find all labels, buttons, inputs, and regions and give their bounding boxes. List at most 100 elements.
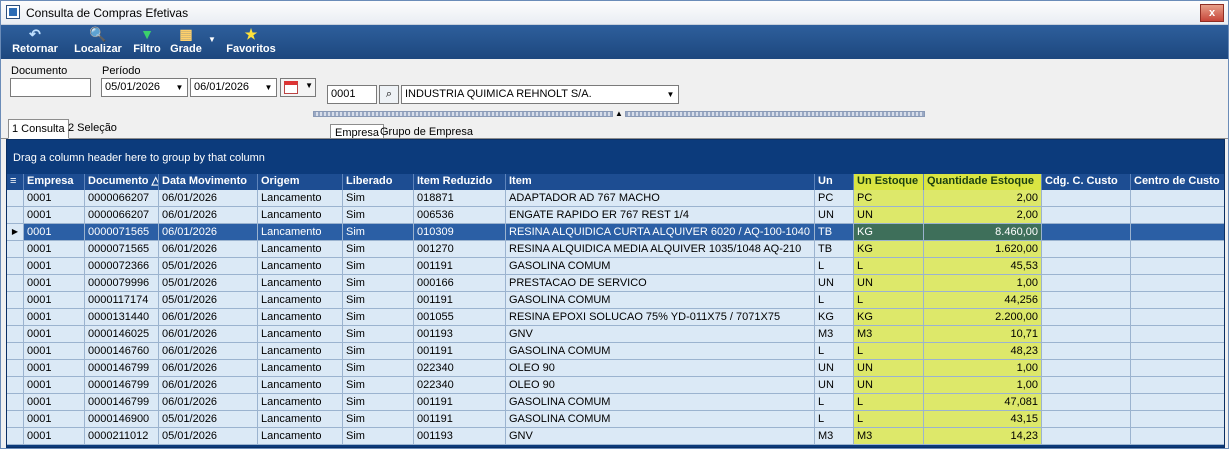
chevron-down-icon[interactable]: ▼ <box>663 86 678 103</box>
table-cell[interactable]: Lancamento <box>258 428 343 445</box>
tab-selecao[interactable]: 2 Seleção <box>65 119 120 139</box>
table-cell[interactable]: L <box>815 343 854 360</box>
header-menu-icon[interactable]: ≡ <box>7 174 24 190</box>
row-indicator[interactable] <box>7 394 24 411</box>
table-cell[interactable] <box>1042 258 1131 275</box>
table-cell[interactable]: 0000117174 <box>85 292 159 309</box>
table-cell[interactable]: 001193 <box>414 428 506 445</box>
table-cell[interactable]: 0000072366 <box>85 258 159 275</box>
table-cell[interactable]: 0001 <box>24 377 85 394</box>
table-cell[interactable]: 0000066207 <box>85 207 159 224</box>
table-cell[interactable]: Lancamento <box>258 275 343 292</box>
column-header[interactable]: Data Movimento <box>159 174 258 190</box>
table-cell[interactable]: 06/01/2026 <box>159 377 258 394</box>
table-cell[interactable]: 0001 <box>24 428 85 445</box>
table-cell[interactable]: 06/01/2026 <box>159 207 258 224</box>
table-cell[interactable]: ENGATE RAPIDO ER 767 REST 1/4 <box>506 207 815 224</box>
table-cell[interactable]: 018871 <box>414 190 506 207</box>
table-cell[interactable] <box>1131 224 1224 241</box>
table-cell[interactable] <box>1042 190 1131 207</box>
date-from-picker[interactable]: 05/01/2026 ▼ <box>101 78 188 97</box>
column-header[interactable]: Un Estoque <box>854 174 924 190</box>
table-cell[interactable]: 8.460,00 <box>924 224 1042 241</box>
table-cell[interactable]: KG <box>854 309 924 326</box>
table-cell[interactable]: GASOLINA COMUM <box>506 258 815 275</box>
table-cell[interactable]: 022340 <box>414 360 506 377</box>
table-cell[interactable]: 1,00 <box>924 377 1042 394</box>
column-header[interactable]: Centro de Custo <box>1131 174 1224 190</box>
table-cell[interactable]: 06/01/2026 <box>159 224 258 241</box>
table-cell[interactable] <box>1131 360 1224 377</box>
table-cell[interactable]: 0000066207 <box>85 190 159 207</box>
table-cell[interactable]: 0000071565 <box>85 224 159 241</box>
table-cell[interactable]: Sim <box>343 428 414 445</box>
table-cell[interactable]: UN <box>854 360 924 377</box>
chevron-up-icon[interactable]: ▲ <box>615 109 623 118</box>
table-cell[interactable]: L <box>854 411 924 428</box>
table-cell[interactable]: Sim <box>343 258 414 275</box>
table-cell[interactable] <box>1131 207 1224 224</box>
table-cell[interactable] <box>1042 326 1131 343</box>
row-indicator[interactable] <box>7 343 24 360</box>
table-cell[interactable]: UN <box>854 275 924 292</box>
column-header[interactable]: Origem <box>258 174 343 190</box>
row-indicator[interactable] <box>7 258 24 275</box>
table-cell[interactable]: Lancamento <box>258 411 343 428</box>
grade-dropdown-icon[interactable]: ▼ <box>207 35 217 47</box>
table-row[interactable]: 0001 0000146760 06/01/2026 Lancamento Sim 001… <box>7 343 1224 360</box>
table-cell[interactable] <box>1131 428 1224 445</box>
table-cell[interactable]: 06/01/2026 <box>159 309 258 326</box>
group-by-panel[interactable]: Drag a column header here to group by th… <box>7 140 1224 174</box>
table-cell[interactable]: Lancamento <box>258 343 343 360</box>
calendar-button[interactable]: ▼ <box>280 78 316 97</box>
table-cell[interactable]: 0001 <box>24 207 85 224</box>
table-cell[interactable]: GASOLINA COMUM <box>506 411 815 428</box>
table-cell[interactable] <box>1042 207 1131 224</box>
table-cell[interactable] <box>1131 292 1224 309</box>
table-cell[interactable]: Lancamento <box>258 377 343 394</box>
table-cell[interactable]: PRESTACAO DE SERVICO <box>506 275 815 292</box>
table-cell[interactable]: 0000131440 <box>85 309 159 326</box>
table-cell[interactable]: 2.200,00 <box>924 309 1042 326</box>
table-cell[interactable]: Lancamento <box>258 292 343 309</box>
table-cell[interactable]: 05/01/2026 <box>159 411 258 428</box>
table-cell[interactable] <box>1131 275 1224 292</box>
table-cell[interactable] <box>1131 411 1224 428</box>
table-cell[interactable]: M3 <box>854 428 924 445</box>
table-cell[interactable]: 0000146799 <box>85 394 159 411</box>
row-indicator[interactable] <box>7 292 24 309</box>
table-row[interactable]: 0001 0000146799 06/01/2026 Lancamento Sim 022… <box>7 360 1224 377</box>
table-cell[interactable]: L <box>815 394 854 411</box>
table-cell[interactable]: 0000146799 <box>85 360 159 377</box>
table-cell[interactable]: 0001 <box>24 309 85 326</box>
table-row[interactable]: 0001 0000211012 05/01/2026 Lancamento Sim 001… <box>7 428 1224 445</box>
table-cell[interactable] <box>1042 428 1131 445</box>
date-to-picker[interactable]: 06/01/2026 ▼ <box>190 78 277 97</box>
table-cell[interactable]: 0000079996 <box>85 275 159 292</box>
table-cell[interactable]: OLEO 90 <box>506 360 815 377</box>
table-row[interactable]: 0001 0000079996 05/01/2026 Lancamento Sim 000… <box>7 275 1224 292</box>
table-cell[interactable]: 06/01/2026 <box>159 394 258 411</box>
table-cell[interactable]: 001191 <box>414 343 506 360</box>
table-cell[interactable] <box>1042 241 1131 258</box>
table-cell[interactable]: Lancamento <box>258 258 343 275</box>
favoritos-button[interactable]: ★ Favoritos <box>225 26 277 58</box>
table-cell[interactable] <box>1042 224 1131 241</box>
tab-consulta[interactable]: 1 Consulta <box>8 119 69 139</box>
table-cell[interactable]: 06/01/2026 <box>159 190 258 207</box>
table-cell[interactable]: 0001 <box>24 326 85 343</box>
table-cell[interactable]: UN <box>854 377 924 394</box>
table-cell[interactable]: 0001 <box>24 343 85 360</box>
table-row[interactable]: 0001 0000066207 06/01/2026 Lancamento Sim 018… <box>7 190 1224 207</box>
table-cell[interactable]: L <box>815 292 854 309</box>
table-cell[interactable]: 0000211012 <box>85 428 159 445</box>
table-cell[interactable]: Lancamento <box>258 207 343 224</box>
splitter-grip[interactable] <box>625 111 925 117</box>
table-cell[interactable]: 05/01/2026 <box>159 258 258 275</box>
column-header[interactable]: Liberado <box>343 174 414 190</box>
table-cell[interactable]: KG <box>854 241 924 258</box>
retornar-button[interactable]: ↶ Retornar <box>9 26 61 58</box>
table-cell[interactable] <box>1042 377 1131 394</box>
table-cell[interactable]: 0000146025 <box>85 326 159 343</box>
table-cell[interactable]: Lancamento <box>258 190 343 207</box>
